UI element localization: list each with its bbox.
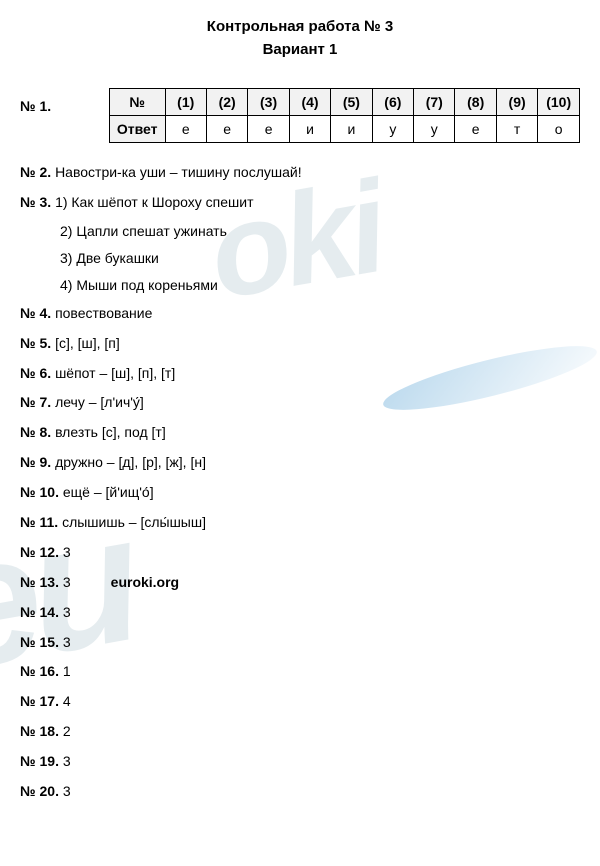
question-label: № 8.	[20, 424, 51, 440]
question-5: № 5. [с], [ш], [п]	[20, 334, 580, 353]
question-text: 3	[63, 544, 71, 560]
question-2: № 2. Навостри-ка уши – тишину послушай!	[20, 163, 580, 182]
answer-cell: е	[206, 116, 247, 143]
question-label: № 7.	[20, 394, 51, 410]
question-13: № 13. 3 euroki.org	[20, 573, 580, 592]
question-text: 3	[63, 783, 71, 799]
answer-cell: у	[414, 116, 455, 143]
question-17: № 17. 4	[20, 692, 580, 711]
question-3: № 3. 1) Как шёпот к Шороху спешит	[20, 193, 580, 212]
header-row-label: №	[109, 89, 165, 116]
answer-cell: у	[372, 116, 413, 143]
answer-cell: е	[455, 116, 496, 143]
answer-table: № (1) (2) (3) (4) (5) (6) (7) (8) (9) (1…	[109, 88, 580, 143]
document-content: Контрольная работа № 3 Вариант 1 № 1. № …	[20, 18, 580, 801]
question-label: № 15.	[20, 634, 59, 650]
question-4: № 4. повествование	[20, 304, 580, 323]
table-answer-row: Ответ е е е и и у у е т о	[109, 116, 579, 143]
question-label: № 17.	[20, 693, 59, 709]
question-label: № 20.	[20, 783, 59, 799]
question-text: шёпот – [ш], [п], [т]	[55, 365, 175, 381]
question-1-label: № 1.	[20, 88, 109, 114]
answer-cell: е	[165, 116, 206, 143]
question-text: 3	[63, 634, 71, 650]
question-label: № 5.	[20, 335, 51, 351]
answer-cell: е	[248, 116, 289, 143]
col-header: (10)	[538, 89, 580, 116]
question-text: слышишь – [слы́шыш]	[62, 514, 206, 530]
col-header: (4)	[289, 89, 330, 116]
question-3-sub: 2) Цапли спешат ужинать	[60, 223, 580, 239]
question-label: № 18.	[20, 723, 59, 739]
question-text: лечу – [л'ич'у́]	[55, 394, 144, 410]
question-label: № 11.	[20, 514, 58, 530]
question-label: № 2.	[20, 164, 51, 180]
col-header: (2)	[206, 89, 247, 116]
question-3-sub: 4) Мыши под кореньями	[60, 277, 580, 293]
question-1: № 1. № (1) (2) (3) (4) (5) (6) (7) (8) (…	[20, 88, 580, 143]
answer-cell: и	[331, 116, 372, 143]
question-label: № 6.	[20, 365, 51, 381]
question-label: № 12.	[20, 544, 59, 560]
question-label: № 19.	[20, 753, 59, 769]
col-header: (9)	[496, 89, 537, 116]
question-label: № 13.	[20, 574, 59, 590]
col-header: (6)	[372, 89, 413, 116]
question-text: Навостри-ка уши – тишину послушай!	[55, 164, 302, 180]
question-6: № 6. шёпот – [ш], [п], [т]	[20, 364, 580, 383]
question-text: 3	[63, 753, 71, 769]
question-text: 3	[63, 604, 71, 620]
question-10: № 10. ещё – [й'ищ'о́]	[20, 483, 580, 502]
question-text: 2	[63, 723, 71, 739]
question-text: дружно – [д], [р], [ж], [н]	[55, 454, 206, 470]
question-text: 4	[63, 693, 71, 709]
page-subtitle: Вариант 1	[20, 41, 580, 58]
question-19: № 19. 3	[20, 752, 580, 771]
question-label: № 10.	[20, 484, 59, 500]
question-label: № 14.	[20, 604, 59, 620]
question-12: № 12. 3	[20, 543, 580, 562]
col-header: (5)	[331, 89, 372, 116]
watermark-inline-text: euroki.org	[111, 574, 179, 590]
question-18: № 18. 2	[20, 722, 580, 741]
answer-row-label: Ответ	[109, 116, 165, 143]
question-label: № 4.	[20, 305, 51, 321]
question-20: № 20. 3	[20, 782, 580, 801]
question-label: № 3.	[20, 194, 51, 210]
question-11: № 11. слышишь – [слы́шыш]	[20, 513, 580, 532]
question-text: 1	[63, 663, 71, 679]
answer-cell: и	[289, 116, 330, 143]
question-8: № 8. влезть [с], под [т]	[20, 423, 580, 442]
col-header: (8)	[455, 89, 496, 116]
question-text: влезть [с], под [т]	[55, 424, 166, 440]
question-label: № 9.	[20, 454, 51, 470]
question-14: № 14. 3	[20, 603, 580, 622]
answer-cell: т	[496, 116, 537, 143]
question-15: № 15. 3	[20, 633, 580, 652]
question-text: повествование	[55, 305, 152, 321]
question-16: № 16. 1	[20, 662, 580, 681]
question-7: № 7. лечу – [л'ич'у́]	[20, 393, 580, 412]
question-text: 1) Как шёпот к Шороху спешит	[55, 194, 253, 210]
question-text: 3	[63, 574, 71, 590]
page-title: Контрольная работа № 3	[20, 18, 580, 35]
question-label: № 16.	[20, 663, 59, 679]
col-header: (7)	[414, 89, 455, 116]
question-3-sub: 3) Две букашки	[60, 250, 580, 266]
answer-cell: о	[538, 116, 580, 143]
question-9: № 9. дружно – [д], [р], [ж], [н]	[20, 453, 580, 472]
col-header: (3)	[248, 89, 289, 116]
table-header-row: № (1) (2) (3) (4) (5) (6) (7) (8) (9) (1…	[109, 89, 579, 116]
question-text: ещё – [й'ищ'о́]	[63, 484, 154, 500]
col-header: (1)	[165, 89, 206, 116]
question-text: [с], [ш], [п]	[55, 335, 120, 351]
